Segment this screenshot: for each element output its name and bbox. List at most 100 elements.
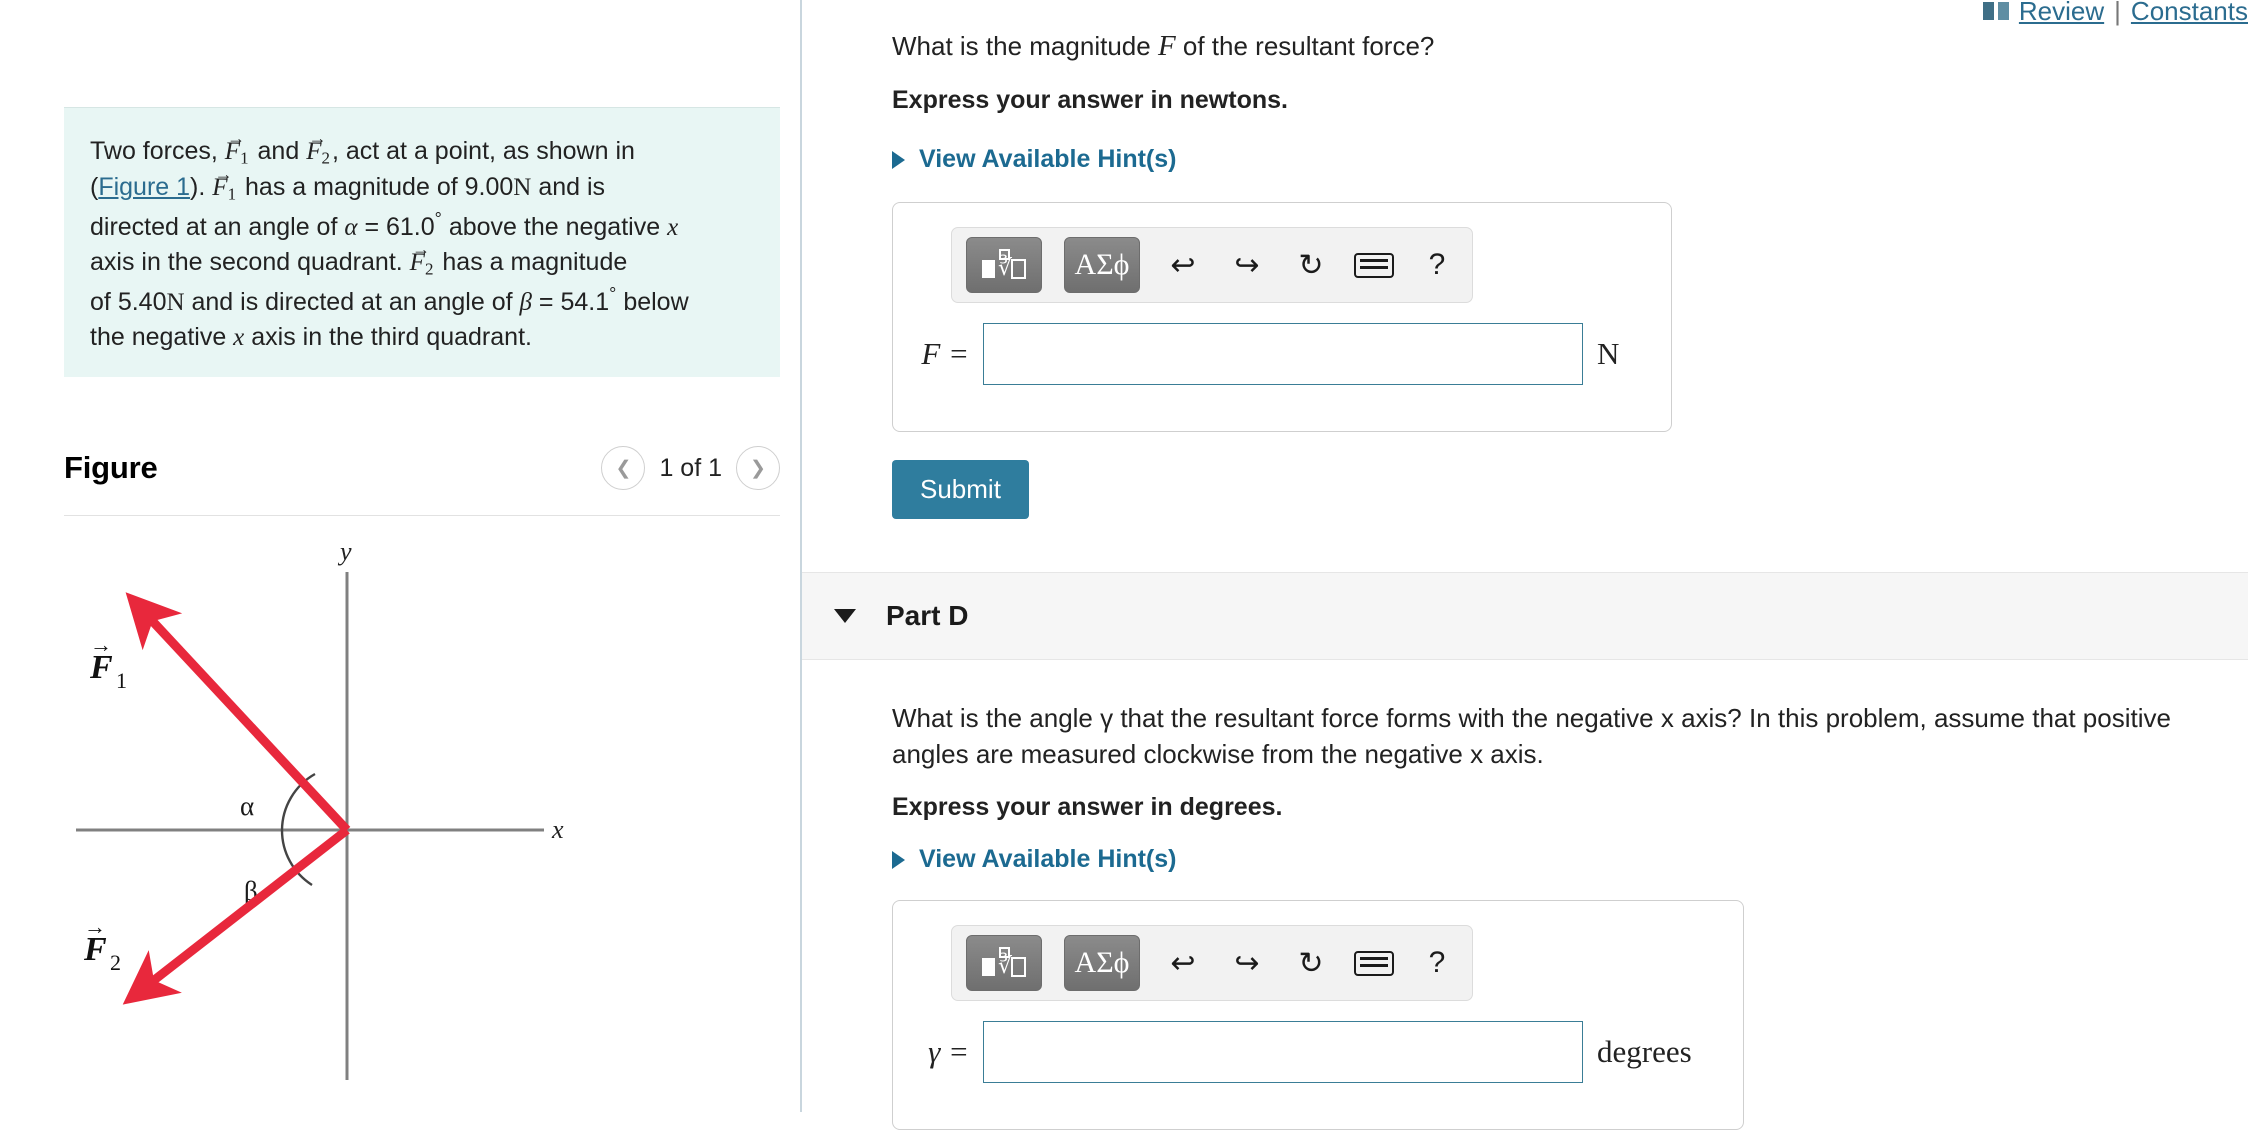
- math-template-icon[interactable]: ∛: [966, 935, 1042, 991]
- math-template-icon[interactable]: ∛: [966, 237, 1042, 293]
- partD-math-toolbar: ∛ ΑΣϕ ↩ ↪ ↻ ?: [951, 925, 1473, 1001]
- f1-vector-label: F 1 →: [89, 632, 127, 693]
- figure-title: Figure: [64, 450, 158, 485]
- caret-down-icon[interactable]: [834, 609, 856, 623]
- problem-statement: Two forces, → F1 and → F2, act at a point,…: [64, 107, 780, 378]
- partC-answer-row: F = N: [911, 323, 1619, 385]
- has-magnitude-text2: has a magnitude: [442, 248, 628, 277]
- alpha-symbol: α: [344, 213, 358, 241]
- figure-page-count: 1 of 1: [659, 453, 722, 482]
- axis-second-quadrant-text: axis in the second quadrant.: [90, 248, 403, 277]
- partD-title: Part D: [886, 600, 969, 631]
- figure-diagram: y x α β F 1 → F 2 →: [64, 537, 780, 1100]
- partC-express-instruction: Express your answer in newtons.: [892, 86, 1288, 114]
- degree-symbol: °: [609, 283, 617, 304]
- left-pane: Two forces, → F1 and → F2, act at a point,…: [0, 0, 800, 1112]
- f2-vector-label: F 2 →: [83, 914, 121, 975]
- y-axis-label: y: [337, 540, 352, 566]
- partD-question-line2: angles are measured clockwise from the n…: [892, 739, 1544, 770]
- beta-value: 54.1: [560, 287, 610, 316]
- book-icon: [1982, 2, 2009, 20]
- vector-arrow-icon: →: [412, 238, 431, 259]
- x-axis-label: x: [551, 815, 564, 844]
- partD-answer-var-label: γ =: [928, 1034, 969, 1069]
- constants-link[interactable]: Constants: [2131, 0, 2248, 27]
- partC-answer-var-label: F =: [921, 336, 969, 371]
- above-negative-text: above the negative: [448, 212, 661, 241]
- vector-f1: → F1: [212, 164, 237, 204]
- partD-question: What is the angle γ that the resultant f…: [892, 700, 2182, 773]
- vector-arrow-icon: →: [214, 164, 233, 185]
- triangle-right-icon: [892, 850, 905, 869]
- chevron-left-icon[interactable]: ❮: [601, 446, 646, 490]
- vector-f2: → F2: [409, 238, 434, 279]
- paren-close: ).: [190, 173, 206, 202]
- alpha-label: α: [240, 791, 254, 821]
- help-icon[interactable]: ?: [1416, 248, 1458, 282]
- the-negative-text: the negative: [90, 322, 227, 351]
- f1-magnitude: 9.00: [464, 173, 514, 202]
- partC-hints-label: View Available Hint(s): [919, 145, 1177, 173]
- chevron-right-icon[interactable]: ❯: [736, 446, 780, 490]
- figure-1-link[interactable]: Figure 1: [98, 173, 190, 201]
- figure-divider: [64, 515, 780, 516]
- x-axis-symbol: x: [667, 213, 679, 241]
- problem-text: Two forces, → F1 and → F2, act at a point,…: [90, 127, 754, 355]
- partD-answer-row: γ = degrees: [911, 1021, 1692, 1083]
- partC-question: What is the magnitude F of the resultant…: [892, 30, 2192, 63]
- keyboard-icon[interactable]: [1354, 950, 1394, 976]
- svg-text:2: 2: [110, 950, 121, 975]
- right-pane: Review | Constants What is the magnitude…: [802, 0, 2248, 1130]
- partC-answer-input[interactable]: [983, 323, 1583, 385]
- keyboard-icon[interactable]: [1354, 252, 1394, 278]
- beta-symbol: β: [519, 288, 532, 316]
- partD-answer-unit: degrees: [1597, 1034, 1692, 1069]
- equals: =: [364, 212, 380, 241]
- equals: =: [538, 287, 554, 316]
- triangle-right-icon: [892, 150, 905, 169]
- partD-answer-input[interactable]: [983, 1021, 1583, 1083]
- undo-arrow-icon[interactable]: ↩: [1162, 248, 1204, 283]
- force-vector-diagram-svg: y x α β F 1 → F 2 →: [76, 537, 564, 1080]
- svg-text:1: 1: [116, 668, 127, 693]
- greek-symbols-icon[interactable]: ΑΣϕ: [1064, 237, 1140, 293]
- redo-arrow-icon[interactable]: ↪: [1226, 946, 1268, 981]
- vector-f2: → F2: [306, 127, 330, 168]
- page-root: Two forces, → F1 and → F2, act at a point,…: [0, 0, 2248, 1130]
- vector-arrow-icon: →: [227, 127, 246, 148]
- reset-circle-icon[interactable]: ↻: [1290, 248, 1332, 283]
- top-utility-bar: Review | Constants: [1982, 0, 2248, 28]
- alpha-value: 61.0: [386, 212, 435, 241]
- reset-circle-icon[interactable]: ↻: [1290, 946, 1332, 981]
- svg-text:→: →: [90, 632, 112, 657]
- topbar-separator: |: [2114, 0, 2121, 26]
- partC-question-post: of the resultant force?: [1182, 31, 1435, 61]
- partD-view-hints-button[interactable]: View Available Hint(s): [892, 845, 1176, 874]
- vector-f1: → F1: [224, 127, 249, 168]
- partC-answer-card: ∛ ΑΣϕ ↩ ↪ ↻ ? F = N: [892, 202, 1672, 432]
- redo-arrow-icon[interactable]: ↪: [1226, 248, 1268, 283]
- partC-question-pre: What is the magnitude: [892, 31, 1151, 61]
- degree-symbol: °: [434, 208, 442, 229]
- review-link[interactable]: Review: [2019, 0, 2104, 27]
- has-magnitude-text: has a magnitude of: [245, 173, 458, 202]
- axis-third-quadrant-text: axis in the third quadrant.: [251, 322, 532, 351]
- f2-vector-arrow: [122, 826, 350, 1005]
- partC-question-var: F: [1157, 30, 1176, 62]
- partC-math-toolbar: ∛ ΑΣϕ ↩ ↪ ↻ ?: [951, 227, 1473, 303]
- partC-submit-button[interactable]: Submit: [892, 460, 1029, 519]
- undo-arrow-icon[interactable]: ↩: [1162, 946, 1204, 981]
- partC-view-hints-button[interactable]: View Available Hint(s): [892, 145, 1176, 174]
- figure-pager: ❮ 1 of 1 ❯: [601, 446, 780, 490]
- f1-unit: N: [513, 174, 532, 202]
- help-icon[interactable]: ?: [1416, 946, 1458, 980]
- f2-unit: N: [166, 288, 185, 316]
- greek-symbols-icon[interactable]: ΑΣϕ: [1064, 935, 1140, 991]
- partD-question-line1: What is the angle γ that the resultant f…: [892, 703, 2171, 733]
- partD-express-instruction: Express your answer in degrees.: [892, 793, 1283, 821]
- directed-at-text: directed at an angle of: [90, 212, 338, 241]
- figure-header: Figure ❮ 1 of 1 ❯: [64, 446, 780, 490]
- vector-arrow-icon: →: [308, 127, 327, 148]
- problem-line1-a: Two forces,: [90, 137, 218, 165]
- below-text: below: [623, 287, 689, 316]
